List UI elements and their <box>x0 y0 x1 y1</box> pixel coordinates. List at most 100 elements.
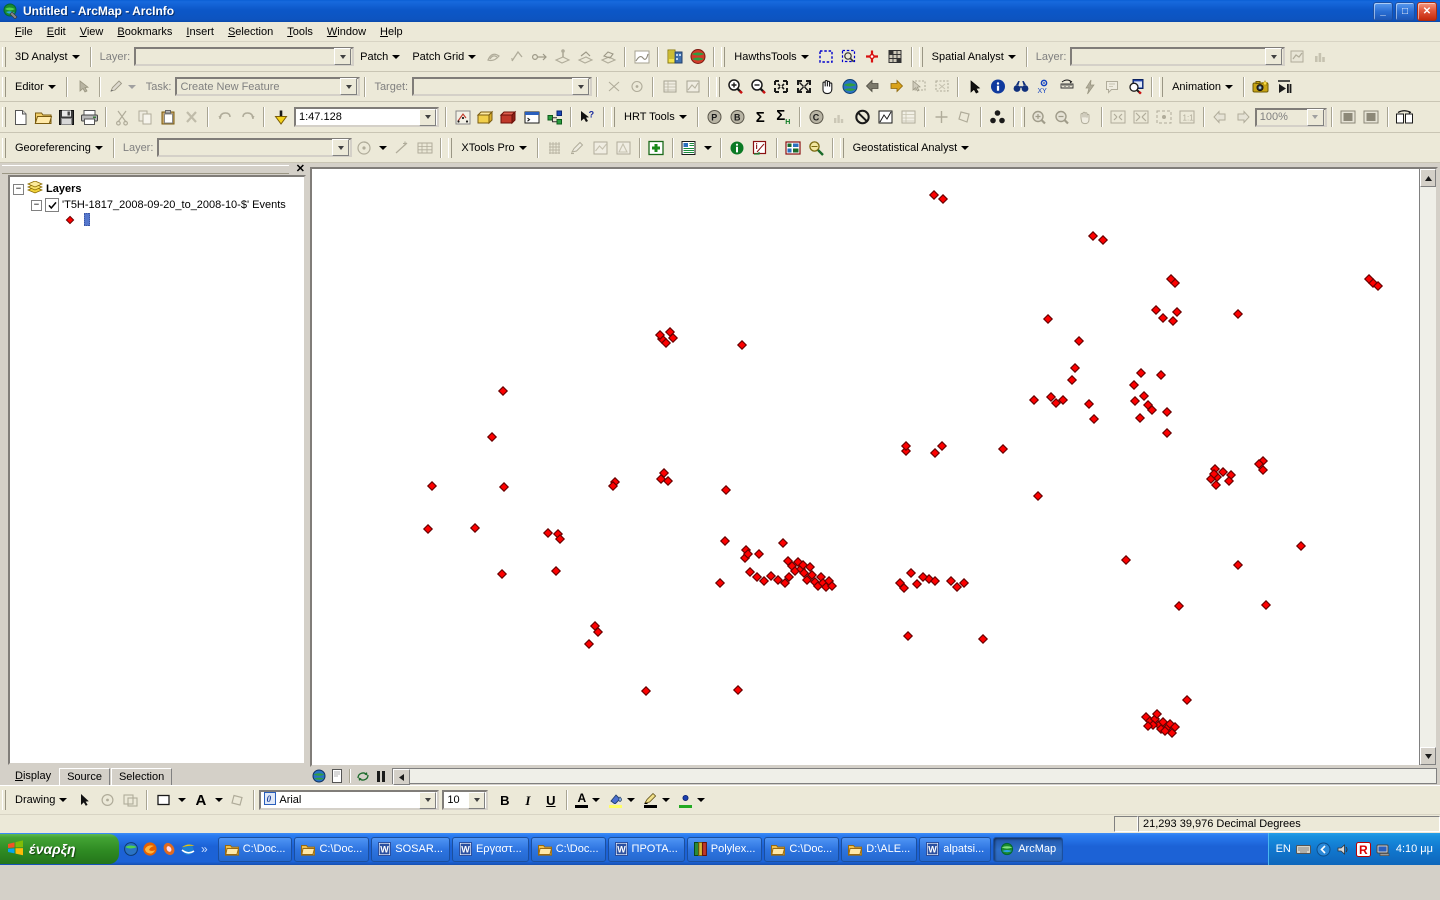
fixed-zoom-out-icon[interactable] <box>792 76 815 98</box>
toolbar-grip[interactable] <box>721 46 726 67</box>
map-point[interactable] <box>937 193 949 205</box>
toolbar-grip[interactable] <box>2 107 6 127</box>
map-point[interactable] <box>732 684 744 696</box>
map-point[interactable] <box>1210 479 1222 491</box>
map-point[interactable] <box>1032 490 1044 502</box>
hrt-cluster-icon[interactable] <box>986 106 1009 128</box>
map-horizontal-scrollbar[interactable] <box>392 768 1437 785</box>
language-indicator[interactable]: EN <box>1276 843 1291 855</box>
menu-hrt-tools[interactable]: HRT Tools <box>618 109 693 125</box>
previous-tray-icon[interactable] <box>1316 842 1331 857</box>
menu-editor[interactable]: Editor <box>9 79 62 95</box>
map-point[interactable] <box>1128 379 1140 391</box>
clock[interactable]: 4:10 μμ <box>1396 843 1433 855</box>
chevron-down-icon[interactable] <box>332 139 350 156</box>
network-icon[interactable] <box>1376 842 1391 857</box>
chevron-down-icon[interactable] <box>1265 48 1283 65</box>
new-text-icon[interactable]: A <box>189 789 212 811</box>
chevron-down-icon[interactable] <box>592 798 601 802</box>
taskbar-item[interactable]: ArcMap <box>993 836 1064 862</box>
map-point[interactable] <box>1073 335 1085 347</box>
add-crosshair-icon[interactable] <box>861 46 884 68</box>
tab-selection[interactable]: Selection <box>110 768 173 785</box>
taskbar-item[interactable]: W ΠΡΟΤΑ... <box>607 836 685 862</box>
layer-color-ramp-icon[interactable] <box>83 212 91 229</box>
hrt-buffer-icon[interactable]: B <box>726 106 749 128</box>
scroll-up-button[interactable] <box>1420 169 1436 187</box>
taskbar-item[interactable]: C:\Doc... <box>294 836 370 862</box>
xtools-table-icon[interactable] <box>782 137 805 159</box>
map-point[interactable] <box>1120 554 1132 566</box>
map-point[interactable] <box>951 581 963 593</box>
expander-icon[interactable]: − <box>31 199 42 211</box>
map-point[interactable] <box>640 685 652 697</box>
menu-3d-analyst[interactable]: 3D Analyst <box>9 49 86 65</box>
fill-color-button[interactable] <box>605 792 640 808</box>
layer-visibility-checkbox[interactable] <box>45 198 59 212</box>
toolbar-grip[interactable] <box>1020 107 1025 127</box>
red-diamond-point-symbol-icon[interactable] <box>65 215 75 228</box>
taskbar-item[interactable]: Polylex... <box>686 836 763 862</box>
map-point[interactable] <box>469 522 481 534</box>
map-point[interactable] <box>1083 398 1095 410</box>
toolbar-grip[interactable] <box>839 137 844 158</box>
menu-drawing[interactable]: Drawing <box>9 792 73 808</box>
menu-edit[interactable]: Edit <box>40 24 73 40</box>
map-point[interactable] <box>1181 694 1193 706</box>
zoom-select-icon[interactable] <box>838 46 861 68</box>
new-rectangle-icon[interactable] <box>152 789 175 811</box>
map-point[interactable] <box>422 523 434 535</box>
map-point[interactable] <box>719 535 731 547</box>
map-point[interactable] <box>1066 374 1078 386</box>
font-size-combo[interactable]: 10 <box>442 790 489 810</box>
media-player-icon[interactable] <box>161 841 177 857</box>
keyboard-icon[interactable] <box>1295 842 1311 857</box>
taskbar-item[interactable]: C:\Doc... <box>530 836 606 862</box>
select-elements-icon[interactable] <box>73 789 96 811</box>
map-point[interactable] <box>1161 427 1173 439</box>
map-point[interactable] <box>1134 412 1146 424</box>
map-point[interactable] <box>997 443 1009 455</box>
map-point[interactable] <box>1171 306 1183 318</box>
xtools-identify-icon[interactable]: i <box>749 137 772 159</box>
report-dropdown-icon[interactable] <box>701 137 716 159</box>
toc-tree[interactable]: − Layers − 'T5H-1817_2008-09-20_to_2008-… <box>8 175 306 765</box>
go-forward-extent-icon[interactable] <box>884 76 907 98</box>
save-icon[interactable] <box>55 106 78 128</box>
pan-hand-icon[interactable] <box>815 76 838 98</box>
arcscene-icon[interactable] <box>663 46 686 68</box>
scroll-track[interactable] <box>410 769 1436 783</box>
dropdown-georef-layer[interactable] <box>157 138 353 157</box>
chevron-down-icon[interactable] <box>1306 108 1324 126</box>
fixed-zoom-in-icon[interactable] <box>769 76 792 98</box>
font-family-combo[interactable]: 0 Arial <box>259 790 440 810</box>
select-elements-arrow-icon[interactable] <box>963 76 986 98</box>
map-point[interactable] <box>911 578 923 590</box>
toolbar-grip[interactable] <box>448 137 453 158</box>
chevron-down-icon[interactable] <box>662 798 671 802</box>
menu-insert[interactable]: Insert <box>179 24 221 40</box>
text-dropdown-icon[interactable] <box>212 789 226 811</box>
map-point[interactable] <box>1150 304 1162 316</box>
menu-help[interactable]: Help <box>373 24 410 40</box>
taskbar-item[interactable]: W SOSAR... <box>371 836 450 862</box>
scroll-left-button[interactable] <box>393 769 410 785</box>
chevron-down-icon[interactable] <box>419 791 437 809</box>
menu-animation[interactable]: Animation <box>1166 79 1239 95</box>
toolbar-grip[interactable] <box>1159 76 1164 97</box>
quicklaunch-more-button[interactable]: » <box>199 842 210 856</box>
menu-georeferencing[interactable]: Georeferencing <box>9 140 109 156</box>
toolbar-grip[interactable] <box>611 107 615 127</box>
python-window-icon[interactable] <box>520 106 543 128</box>
model-builder-icon[interactable] <box>497 106 520 128</box>
map-point[interactable] <box>1161 406 1173 418</box>
menu-selection[interactable]: Selection <box>221 24 280 40</box>
map-point[interactable] <box>902 630 914 642</box>
dropdown-target[interactable] <box>412 77 593 96</box>
map-point[interactable] <box>1295 540 1307 552</box>
go-to-xy-icon[interactable]: XY <box>1032 76 1055 98</box>
print-icon[interactable] <box>78 106 101 128</box>
whats-this-help-icon[interactable]: ? <box>576 106 599 128</box>
map-point[interactable] <box>1097 234 1109 246</box>
map-point[interactable] <box>496 568 508 580</box>
